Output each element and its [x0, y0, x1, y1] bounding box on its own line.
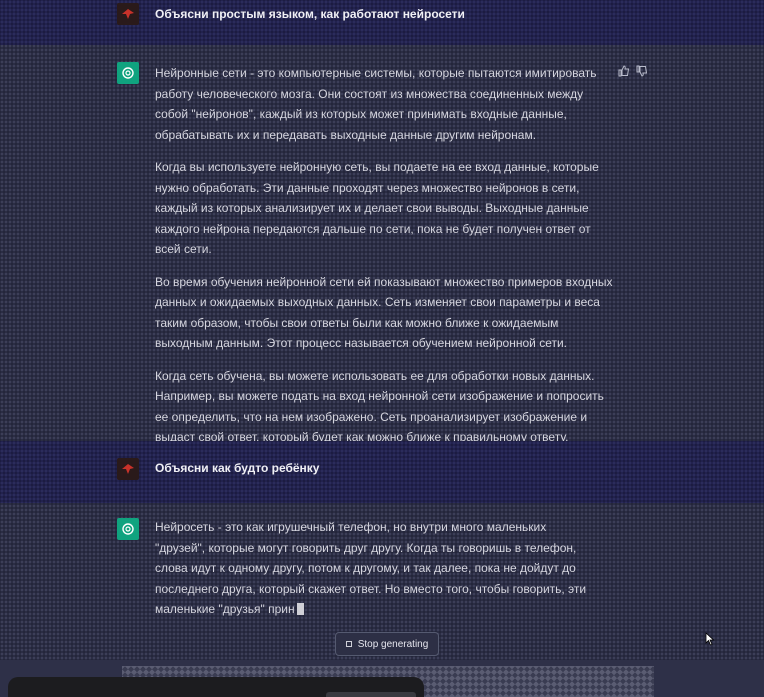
- assistant-answer-2: Нейросеть - это как игрушечный телефон, …: [155, 517, 595, 620]
- overlay-panel: [8, 677, 424, 697]
- thumbs-down-icon[interactable]: [636, 64, 648, 82]
- stop-generating-label: Stop generating: [357, 638, 429, 650]
- user-message-text: Объясни простым языком, как работают ней…: [155, 7, 465, 21]
- feedback-buttons: [618, 64, 648, 82]
- user-avatar-icon: [117, 458, 139, 480]
- openai-logo-icon: [117, 62, 139, 84]
- openai-logo-icon: [117, 518, 139, 540]
- typing-caret: [296, 603, 304, 615]
- user-message-row-2: Объясни как будто ребёнку: [0, 441, 764, 503]
- assistant-answer-1: Нейронные сети - это компьютерные систем…: [155, 63, 615, 460]
- answer-paragraph: Когда вы используете нейронную сеть, вы …: [155, 160, 599, 256]
- user-avatar-icon: [117, 3, 139, 25]
- stop-generating-button[interactable]: Stop generating: [335, 632, 439, 656]
- stop-square-icon: [345, 641, 352, 647]
- answer-paragraph: Когда сеть обучена, вы можете использова…: [155, 368, 604, 445]
- user-message-text: Объясни как будто ребёнку: [155, 461, 320, 475]
- answer-paragraph: Во время обучения нейронной сети ей пока…: [155, 274, 613, 351]
- mouse-pointer-icon: [705, 632, 715, 651]
- user-message-row-1: Объясни простым языком, как работают ней…: [0, 0, 764, 45]
- answer-paragraph: Нейронные сети - это компьютерные систем…: [155, 66, 597, 142]
- streaming-answer-text: Нейросеть - это как игрушечный телефон, …: [155, 520, 587, 616]
- overlay-panel-tab: [326, 692, 416, 697]
- thumbs-up-icon[interactable]: [618, 64, 630, 82]
